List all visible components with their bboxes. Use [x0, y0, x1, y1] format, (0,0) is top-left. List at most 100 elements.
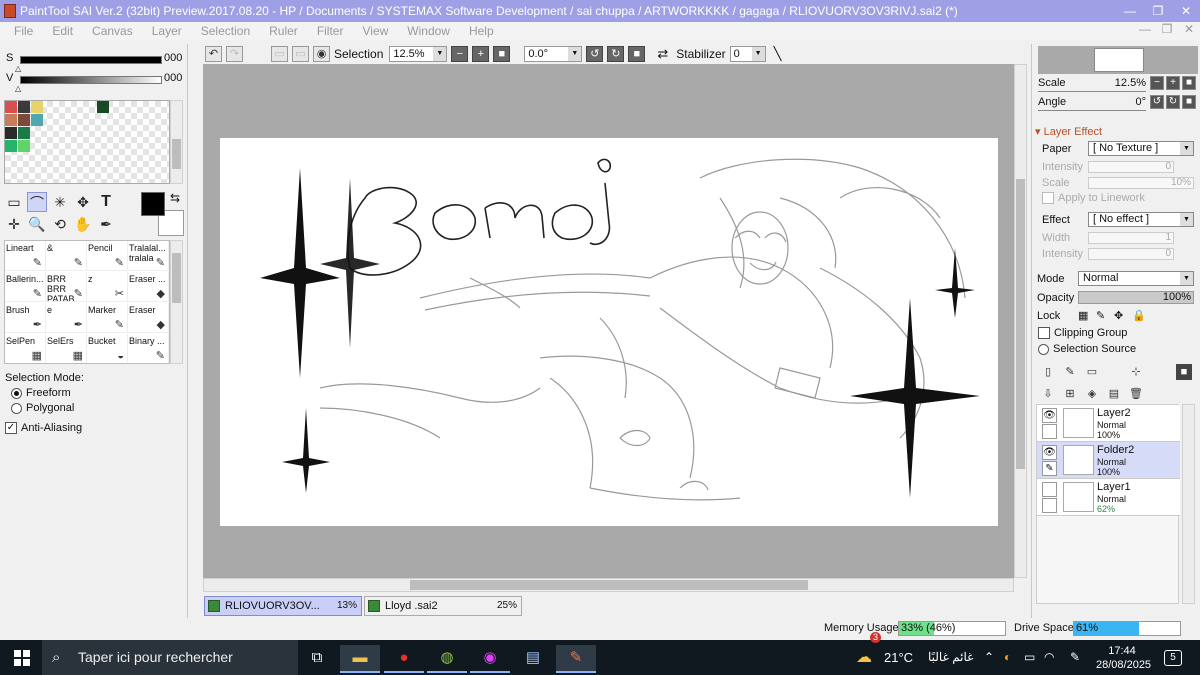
lock-all-icon[interactable]: 🔒 [1132, 309, 1146, 322]
brush-preset[interactable]: Ballerin... ✎ [5, 272, 46, 302]
transfer-down-icon[interactable]: ⇩ [1040, 386, 1056, 402]
swatch[interactable] [5, 114, 17, 126]
brush-preset[interactable]: Eraser ... ◆ [128, 272, 169, 302]
menu-view[interactable]: View [362, 24, 388, 38]
network-icon[interactable]: ◠ [1044, 640, 1054, 675]
effect-intensity-bar[interactable]: 0 [1088, 248, 1174, 260]
battery-icon[interactable]: ▭ [1024, 640, 1035, 675]
maximize-button[interactable]: ❐ [1144, 0, 1172, 22]
lock-transparency-icon[interactable]: ▦ [1078, 309, 1088, 322]
clipping-group-box[interactable] [1038, 327, 1050, 339]
clipping-group-checkbox[interactable]: Clipping Group [1038, 327, 1127, 339]
freeform-radio[interactable]: Freeform [11, 387, 84, 399]
value-track[interactable] [20, 76, 162, 84]
minimize-button[interactable]: — [1116, 0, 1144, 22]
new-layer-icon[interactable]: ▯ [1040, 364, 1056, 380]
zoom-select[interactable]: 12.5% ▼ [389, 46, 448, 62]
swatch[interactable] [5, 127, 17, 139]
zoom-reset-button[interactable]: ■ [493, 46, 511, 62]
brush-preset[interactable]: SelPen ▦ [5, 334, 46, 363]
anti-aliasing-checkbox[interactable]: ✓ Anti-Aliasing [5, 422, 84, 434]
saturation-track[interactable] [20, 56, 162, 64]
doc-tab[interactable]: Lloyd .sai2 25% [364, 596, 522, 616]
layer-settings-icon[interactable]: ■ [1176, 364, 1192, 380]
blend-mode-select[interactable]: Normal ▼ [1078, 271, 1194, 286]
menu-edit[interactable]: Edit [52, 24, 73, 38]
layer-row[interactable]: Layer1 Normal 62% [1037, 479, 1180, 516]
opera-icon[interactable]: ● [384, 645, 424, 673]
color-app-icon[interactable]: ◉ [470, 645, 510, 673]
pen-icon[interactable]: ✎ [1070, 640, 1080, 675]
swap-colors-icon[interactable]: ⇆ [170, 191, 180, 205]
brush-preset[interactable]: Tralalal... tralala ✎ [128, 241, 169, 271]
swatch[interactable] [97, 101, 109, 113]
windows-start-icon[interactable] [14, 650, 30, 666]
layer-row[interactable]: 👁 ✎ Folder2 Normal 100% [1037, 442, 1180, 479]
transform-icon[interactable]: ✥ [73, 192, 93, 212]
brush-preset[interactable]: Binary ... ✎ [128, 334, 169, 363]
paper-select[interactable]: [ No Texture ] ▼ [1088, 141, 1194, 156]
painttool-sai-icon[interactable]: ✎ [556, 645, 596, 673]
weather-temp[interactable]: 21°C [884, 640, 913, 675]
doc-maximize-button[interactable]: ❐ [1156, 22, 1178, 36]
brush-preset[interactable]: Pencil ✎ [87, 241, 128, 271]
rotate-reset-button[interactable]: ■ [628, 46, 646, 62]
swatch[interactable] [18, 127, 30, 139]
zoom-out-button[interactable]: − [451, 46, 469, 62]
swatch-palette[interactable] [4, 100, 170, 184]
menu-ruler[interactable]: Ruler [269, 24, 298, 38]
eye-icon[interactable]: 👁 [1042, 445, 1057, 460]
rect-select-icon[interactable]: ▭ [4, 192, 24, 212]
stabilizer-select[interactable]: 0 ▼ [729, 46, 766, 62]
menu-selection[interactable]: Selection [201, 24, 250, 38]
brush-preset[interactable]: SelErs ▦ [46, 334, 87, 363]
brush-preset[interactable]: Eraser ◆ [128, 303, 169, 333]
swatch[interactable] [5, 101, 17, 113]
weather-desc[interactable]: غائم غالبًا [928, 640, 973, 675]
hand-icon[interactable]: ✋ [73, 214, 93, 234]
angle-select[interactable]: 0.0° ▼ [524, 46, 583, 62]
rotate-right-button[interactable]: ↻ [607, 46, 625, 62]
brush-preset[interactable]: Lineart ✎ [5, 241, 46, 271]
apply-linework-box[interactable] [1042, 192, 1054, 204]
brush-preset[interactable]: Marker ✎ [87, 303, 128, 333]
new-linework-layer-icon[interactable]: ✎ [1062, 364, 1078, 380]
swatch[interactable] [31, 114, 43, 126]
minecraft-icon[interactable]: ◍ [427, 645, 467, 673]
brush-preset[interactable]: & ✎ [46, 241, 87, 271]
swatch[interactable] [18, 114, 30, 126]
merge-down-icon[interactable]: ⊞ [1062, 386, 1078, 402]
scale-minus-button[interactable]: − [1150, 76, 1164, 90]
angle-reset-button[interactable]: ■ [1182, 95, 1196, 109]
layer-scrollbar[interactable] [1182, 404, 1195, 604]
notepad-icon[interactable]: ▤ [513, 645, 553, 673]
task-view-icon[interactable]: ⧉ [297, 645, 337, 673]
zoom-icon[interactable]: 🔍 [27, 214, 47, 234]
scale-reset-button[interactable]: ■ [1182, 76, 1196, 90]
apply-linework-checkbox[interactable]: Apply to Linework [1042, 192, 1145, 204]
angle-left-button[interactable]: ↺ [1150, 95, 1164, 109]
selection-source-dot[interactable] [1038, 343, 1049, 355]
lock-move-icon[interactable]: ✥ [1114, 309, 1123, 322]
menu-window[interactable]: Window [407, 24, 450, 38]
doc-minimize-button[interactable]: — [1134, 22, 1156, 36]
visibility-toggle[interactable] [1042, 482, 1057, 497]
deselect-button[interactable]: ▭ [271, 46, 288, 62]
file-explorer-icon[interactable]: ▬ [340, 645, 380, 673]
menu-layer[interactable]: Layer [152, 24, 182, 38]
canvas-horizontal-scrollbar[interactable] [203, 578, 1014, 592]
perspective-ruler-icon[interactable]: ⊹ [1128, 364, 1144, 380]
fill-layer-icon[interactable]: ▤ [1106, 386, 1122, 402]
clock-date[interactable]: 28/08/2025 [1096, 648, 1151, 675]
lock-paint-icon[interactable]: ✎ [1096, 309, 1105, 322]
swatch[interactable] [18, 101, 30, 113]
artwork-canvas[interactable] [220, 138, 998, 526]
selection-source-toggle[interactable]: Selection Source [1038, 343, 1136, 355]
opacity-slider[interactable]: 100% [1078, 291, 1194, 304]
value-slider[interactable]: V 000 △ [4, 70, 184, 93]
brush-preset[interactable]: z ✂ [87, 272, 128, 302]
text-icon[interactable]: T [96, 192, 116, 212]
freeform-radio-dot[interactable] [11, 387, 22, 399]
paper-intensity-bar[interactable]: 0 [1088, 161, 1174, 173]
move-icon[interactable]: ✛ [4, 214, 24, 234]
